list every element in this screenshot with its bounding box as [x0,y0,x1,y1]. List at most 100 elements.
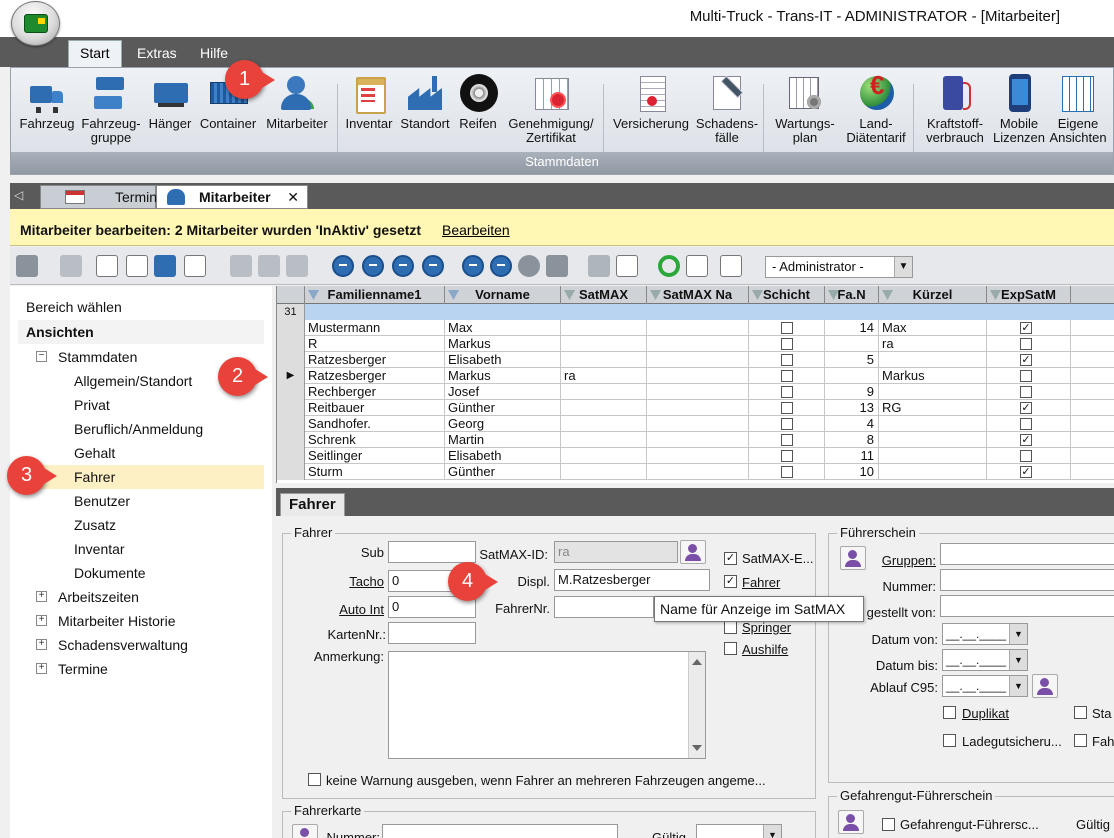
nav-group-schadensverwaltung[interactable]: + Schadensverwaltung [18,633,264,657]
table-cell[interactable] [561,432,647,448]
nav-item-inventar[interactable]: Inventar [18,537,264,561]
expsatmax-cell[interactable]: ✓ [987,400,1071,416]
row-indicator[interactable] [277,384,305,400]
collapse-icon[interactable]: − [36,351,47,362]
datum-von-date[interactable]: __.__.____ ▼ [942,623,1028,645]
zoom-out-icon[interactable] [490,255,512,277]
ribbon-button-land-diaetentarif[interactable]: Land- Diätentarif [843,74,909,145]
ribbon-button-versicherung[interactable]: Versicherung [607,74,695,131]
chevron-down-icon[interactable]: ▼ [763,825,781,838]
aushilfe-checkbox[interactable] [724,642,737,655]
nav-group-mitarbeiter-historie[interactable]: + Mitarbeiter Historie [18,609,264,633]
zoom-in-icon[interactable] [462,255,484,277]
row-indicator[interactable] [277,432,305,448]
nav-item-gehalt[interactable]: Gehalt [18,441,264,465]
table-cell[interactable] [647,352,749,368]
filter-row[interactable]: 31 [277,304,1114,320]
c95-person-icon[interactable] [1032,674,1058,698]
table-cell[interactable] [647,336,749,352]
table-cell[interactable]: 11 [825,448,879,464]
displ-input[interactable]: M.Ratzesberger [554,569,710,591]
fahrerkarte-gueltig-date[interactable]: ▼ [696,824,782,838]
schicht-cell[interactable] [749,432,825,448]
grid-layout-icon[interactable] [686,255,708,277]
table-row[interactable]: R Markus ra [277,336,1114,352]
schicht-checkbox[interactable] [781,402,793,414]
table-row[interactable]: Seitlinger Elisabeth 11 [277,448,1114,464]
ribbon-button-fahrzeug[interactable]: Fahrzeug [17,74,77,131]
next-record-icon[interactable] [392,255,414,277]
table-row[interactable]: Ratzesberger Elisabeth 5 ✓ [277,352,1114,368]
print-icon[interactable] [16,255,38,277]
expsatmax-cell[interactable] [987,448,1071,464]
ribbon-button-inventar[interactable]: Inventar [341,74,397,131]
new-record-icon[interactable] [96,255,118,277]
column-header-kuerzel[interactable]: Kürzel [879,286,987,304]
nummer-input[interactable] [940,569,1114,591]
nav-group-termine[interactable]: + Termine [18,657,264,681]
row-indicator[interactable] [277,352,305,368]
paste-icon[interactable] [286,255,308,277]
schicht-cell[interactable] [749,416,825,432]
kartennr-input[interactable] [388,622,476,644]
ribbon-button-genehmigung[interactable]: Genehmigung/ Zertifikat [503,74,599,145]
table-cell[interactable] [647,368,749,384]
save-icon[interactable] [154,255,176,277]
no-warning-checkbox[interactable] [308,773,321,786]
expsatmax-checkbox[interactable] [1020,386,1032,398]
gefahrgut-checkbox[interactable] [882,818,895,831]
fahrer-checkbox[interactable]: ✓ [724,575,737,588]
ladegut-checkbox[interactable] [943,734,956,747]
satmax-export-checkbox[interactable]: ✓ [724,552,737,565]
column-header-vorname[interactable]: Vorname [445,286,561,304]
table-cell[interactable]: 14 [825,320,879,336]
expand-icon[interactable]: + [36,591,47,602]
tab-scroll-left-icon[interactable]: ◁ [14,188,23,202]
table-cell[interactable] [561,384,647,400]
schicht-cell[interactable] [749,384,825,400]
table-cell[interactable]: Reitbauer [305,400,445,416]
expsatmax-checkbox[interactable] [1020,450,1032,462]
schicht-cell[interactable] [749,400,825,416]
ribbon-tab-start[interactable]: Start [68,40,122,67]
nav-item-dokumente[interactable]: Dokumente [18,561,264,585]
expand-icon[interactable]: + [36,639,47,650]
table-cell[interactable]: Schrenk [305,432,445,448]
schicht-cell[interactable] [749,448,825,464]
table-cell[interactable]: 4 [825,416,879,432]
ribbon-button-haenger[interactable]: Hänger [145,74,195,131]
anmerkung-textarea[interactable] [388,651,706,759]
schicht-checkbox[interactable] [781,466,793,478]
table-cell[interactable]: Sturm [305,464,445,480]
table-cell[interactable] [561,320,647,336]
table-cell[interactable]: Markus [445,368,561,384]
expsatmax-cell[interactable]: ✓ [987,464,1071,480]
table-cell[interactable]: Sandhofer. [305,416,445,432]
schicht-checkbox[interactable] [781,338,793,350]
nav-item-benutzer[interactable]: Benutzer [18,489,264,513]
column-chooser-icon[interactable] [720,255,742,277]
expand-icon[interactable]: + [36,615,47,626]
row-indicator[interactable] [277,400,305,416]
nav-group-arbeitszeiten[interactable]: + Arbeitszeiten [18,585,264,609]
expsatmax-cell[interactable]: ✓ [987,320,1071,336]
expand-icon[interactable]: + [36,663,47,674]
gefahrgut-person-icon[interactable] [838,810,864,834]
table-cell[interactable]: 5 [825,352,879,368]
table-cell[interactable] [561,464,647,480]
ribbon-button-reifen[interactable]: Reifen [453,74,503,131]
datum-bis-date[interactable]: __.__.____ ▼ [942,649,1028,671]
table-cell[interactable] [561,416,647,432]
table-cell[interactable] [879,432,987,448]
chevron-down-icon[interactable]: ▼ [1009,624,1027,644]
ausgestellt-von-input[interactable] [940,595,1114,617]
springer-checkbox[interactable] [724,621,737,634]
chevron-down-icon[interactable]: ▼ [1009,676,1027,696]
table-cell[interactable] [879,416,987,432]
table-cell[interactable] [561,448,647,464]
table-cell[interactable] [1071,352,1114,368]
table-cell[interactable] [1071,400,1114,416]
table-cell[interactable] [561,400,647,416]
table-cell[interactable] [1071,336,1114,352]
table-cell[interactable] [1071,416,1114,432]
